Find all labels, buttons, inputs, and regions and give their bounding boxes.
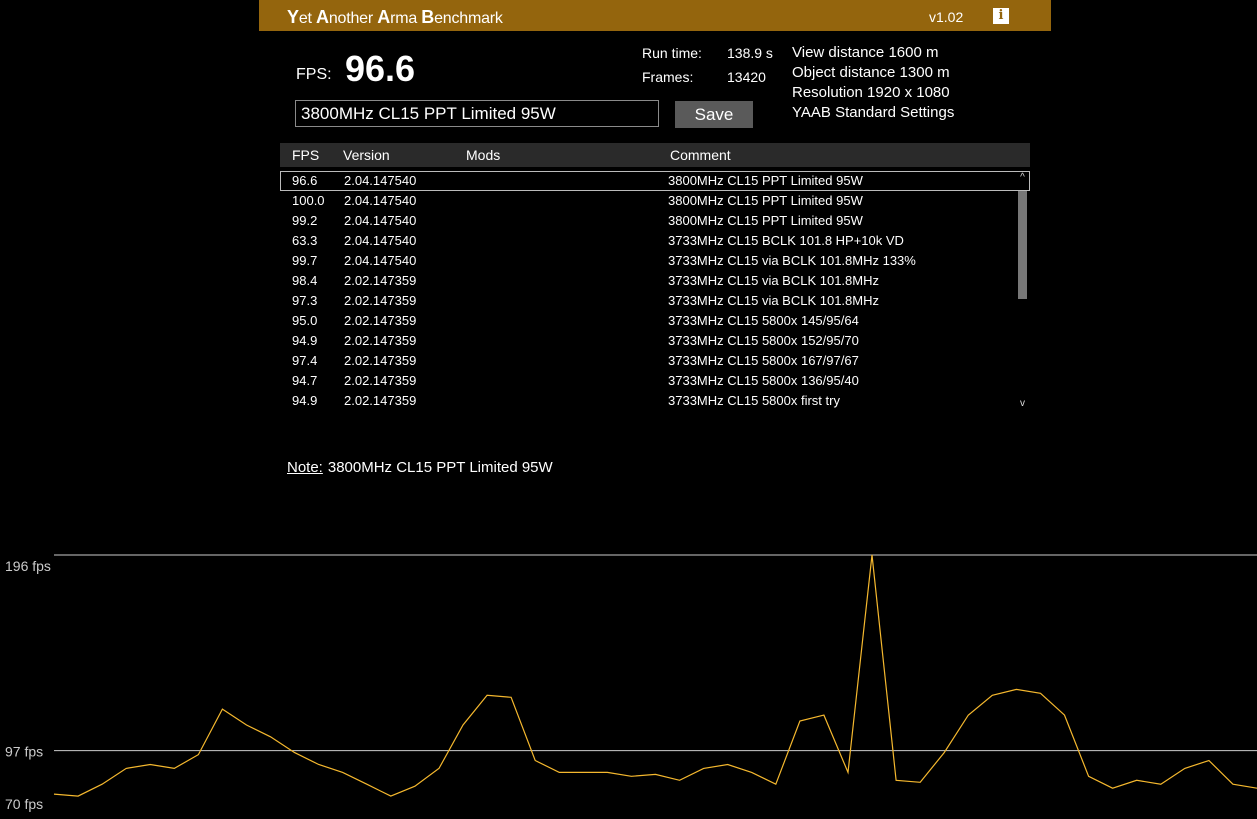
cell-comment: 3800MHz CL15 PPT Limited 95W (668, 193, 863, 208)
app-version: v1.02 (929, 9, 964, 25)
info-icon[interactable]: i (993, 8, 1009, 24)
cell-comment: 3733MHz CL15 via BCLK 101.8MHz (668, 293, 879, 308)
cell-version: 2.04.147540 (344, 253, 417, 268)
fps-label: FPS: (296, 66, 332, 83)
cell-version: 2.02.147359 (344, 373, 417, 388)
cell-version: 2.04.147540 (344, 193, 417, 208)
column-header-comment[interactable]: Comment (670, 147, 731, 163)
results-table-header: FPS Version Mods Comment (280, 143, 1030, 167)
fps-series-line (53, 554, 1257, 797)
table-row[interactable]: 95.0 2.02.147359 3733MHz CL15 5800x 145/95… (280, 311, 1030, 331)
cell-version: 2.04.147540 (344, 213, 417, 228)
cell-version: 2.02.147359 (344, 273, 417, 288)
cell-fps: 97.3 (292, 293, 318, 308)
y-tick-label: 97 fps (5, 744, 43, 760)
cell-comment: 3733MHz CL15 5800x 167/97/67 (668, 353, 859, 368)
scroll-down-arrow-icon[interactable]: v (1016, 397, 1029, 411)
column-header-version[interactable]: Version (343, 147, 390, 163)
note: Note: 3800MHz CL15 PPT Limited 95W (287, 459, 553, 476)
cell-comment: 3733MHz CL15 5800x 136/95/40 (668, 373, 859, 388)
column-header-mods[interactable]: Mods (466, 147, 500, 163)
table-row[interactable]: 63.3 2.04.147540 3733MHz CL15 BCLK 101.8 H… (280, 231, 1030, 251)
frames-label: Frames: (642, 69, 694, 85)
cell-comment: 3800MHz CL15 PPT Limited 95W (668, 173, 863, 188)
frames-value: 13420 (727, 69, 766, 85)
cell-version: 2.04.147540 (344, 233, 417, 248)
note-text: 3800MHz CL15 PPT Limited 95W (327, 459, 553, 476)
table-row[interactable]: 94.9 2.02.147359 3733MHz CL15 5800x first … (280, 391, 1030, 411)
table-row[interactable]: 97.3 2.02.147359 3733MHz CL15 via BCLK 101… (280, 291, 1030, 311)
cell-fps: 100.0 (292, 193, 325, 208)
comment-input[interactable] (295, 100, 659, 127)
y-tick-label: 70 fps (5, 796, 43, 812)
fps-graph-svg: 196 fps 97 fps 70 fps (5, 554, 1257, 812)
cell-fps: 98.4 (292, 273, 318, 288)
y-tick-label: 196 fps (5, 558, 51, 574)
object-distance: Object distance 1300 m (792, 64, 950, 81)
note-label: Note: (287, 459, 323, 476)
cell-version: 2.02.147359 (344, 333, 417, 348)
table-row[interactable]: 97.4 2.02.147359 3733MHz CL15 5800x 167/97… (280, 351, 1030, 371)
cell-fps: 99.7 (292, 253, 318, 268)
cell-version: 2.04.147540 (344, 173, 417, 188)
scroll-up-arrow-icon[interactable]: ^ (1016, 171, 1029, 185)
title-bar: Yet Another Arma Benchmark v1.02 i (259, 0, 1051, 31)
table-scrollbar[interactable]: ^ v (1016, 171, 1029, 411)
cell-version: 2.02.147359 (344, 393, 417, 408)
run-time-value: 138.9 s (727, 45, 773, 61)
view-distance: View distance 1600 m (792, 44, 939, 61)
cell-comment: 3733MHz CL15 5800x 152/95/70 (668, 333, 859, 348)
cell-comment: 3733MHz CL15 via BCLK 101.8MHz (668, 273, 879, 288)
save-button[interactable]: Save (675, 101, 753, 128)
cell-fps: 94.9 (292, 333, 318, 348)
cell-version: 2.02.147359 (344, 353, 417, 368)
cell-fps: 94.7 (292, 373, 318, 388)
cell-fps: 95.0 (292, 313, 318, 328)
column-header-fps[interactable]: FPS (292, 147, 319, 163)
table-row[interactable]: 94.9 2.02.147359 3733MHz CL15 5800x 152/95… (280, 331, 1030, 351)
cell-comment: 3733MHz CL15 5800x 145/95/64 (668, 313, 859, 328)
settings-summary: View distance 1600 m Object distance 130… (792, 43, 954, 123)
run-time-label: Run time: (642, 45, 702, 61)
scroll-thumb[interactable] (1018, 191, 1027, 299)
table-row[interactable]: 96.6 2.04.147540 3800MHz CL15 PPT Limited … (280, 171, 1030, 191)
cell-fps: 94.9 (292, 393, 318, 408)
app-title: Yet Another Arma Benchmark (287, 7, 503, 27)
cell-comment: 3733MHz CL15 5800x first try (668, 393, 840, 408)
cell-version: 2.02.147359 (344, 313, 417, 328)
cell-version: 2.02.147359 (344, 293, 417, 308)
cell-fps: 96.6 (292, 173, 318, 188)
fps-graph: 196 fps 97 fps 70 fps (0, 540, 1257, 814)
resolution: Resolution 1920 x 1080 (792, 84, 950, 101)
fps-value: 96.6 (345, 48, 416, 89)
cell-comment: 3733MHz CL15 via BCLK 101.8MHz 133% (668, 253, 916, 268)
table-row[interactable]: 99.7 2.04.147540 3733MHz CL15 via BCLK 101… (280, 251, 1030, 271)
cell-fps: 97.4 (292, 353, 318, 368)
cell-comment: 3733MHz CL15 BCLK 101.8 HP+10k VD (668, 233, 904, 248)
cell-fps: 63.3 (292, 233, 318, 248)
cell-fps: 99.2 (292, 213, 318, 228)
settings-preset: YAAB Standard Settings (792, 104, 955, 121)
cell-comment: 3800MHz CL15 PPT Limited 95W (668, 213, 863, 228)
table-row[interactable]: 94.7 2.02.147359 3733MHz CL15 5800x 136/95… (280, 371, 1030, 391)
results-table: 96.6 2.04.147540 3800MHz CL15 PPT Limited … (280, 171, 1030, 411)
table-row[interactable]: 98.4 2.02.147359 3733MHz CL15 via BCLK 101… (280, 271, 1030, 291)
table-row[interactable]: 99.2 2.04.147540 3800MHz CL15 PPT Limited … (280, 211, 1030, 231)
table-row[interactable]: 100.0 2.04.147540 3800MHz CL15 PPT Limited… (280, 191, 1030, 211)
